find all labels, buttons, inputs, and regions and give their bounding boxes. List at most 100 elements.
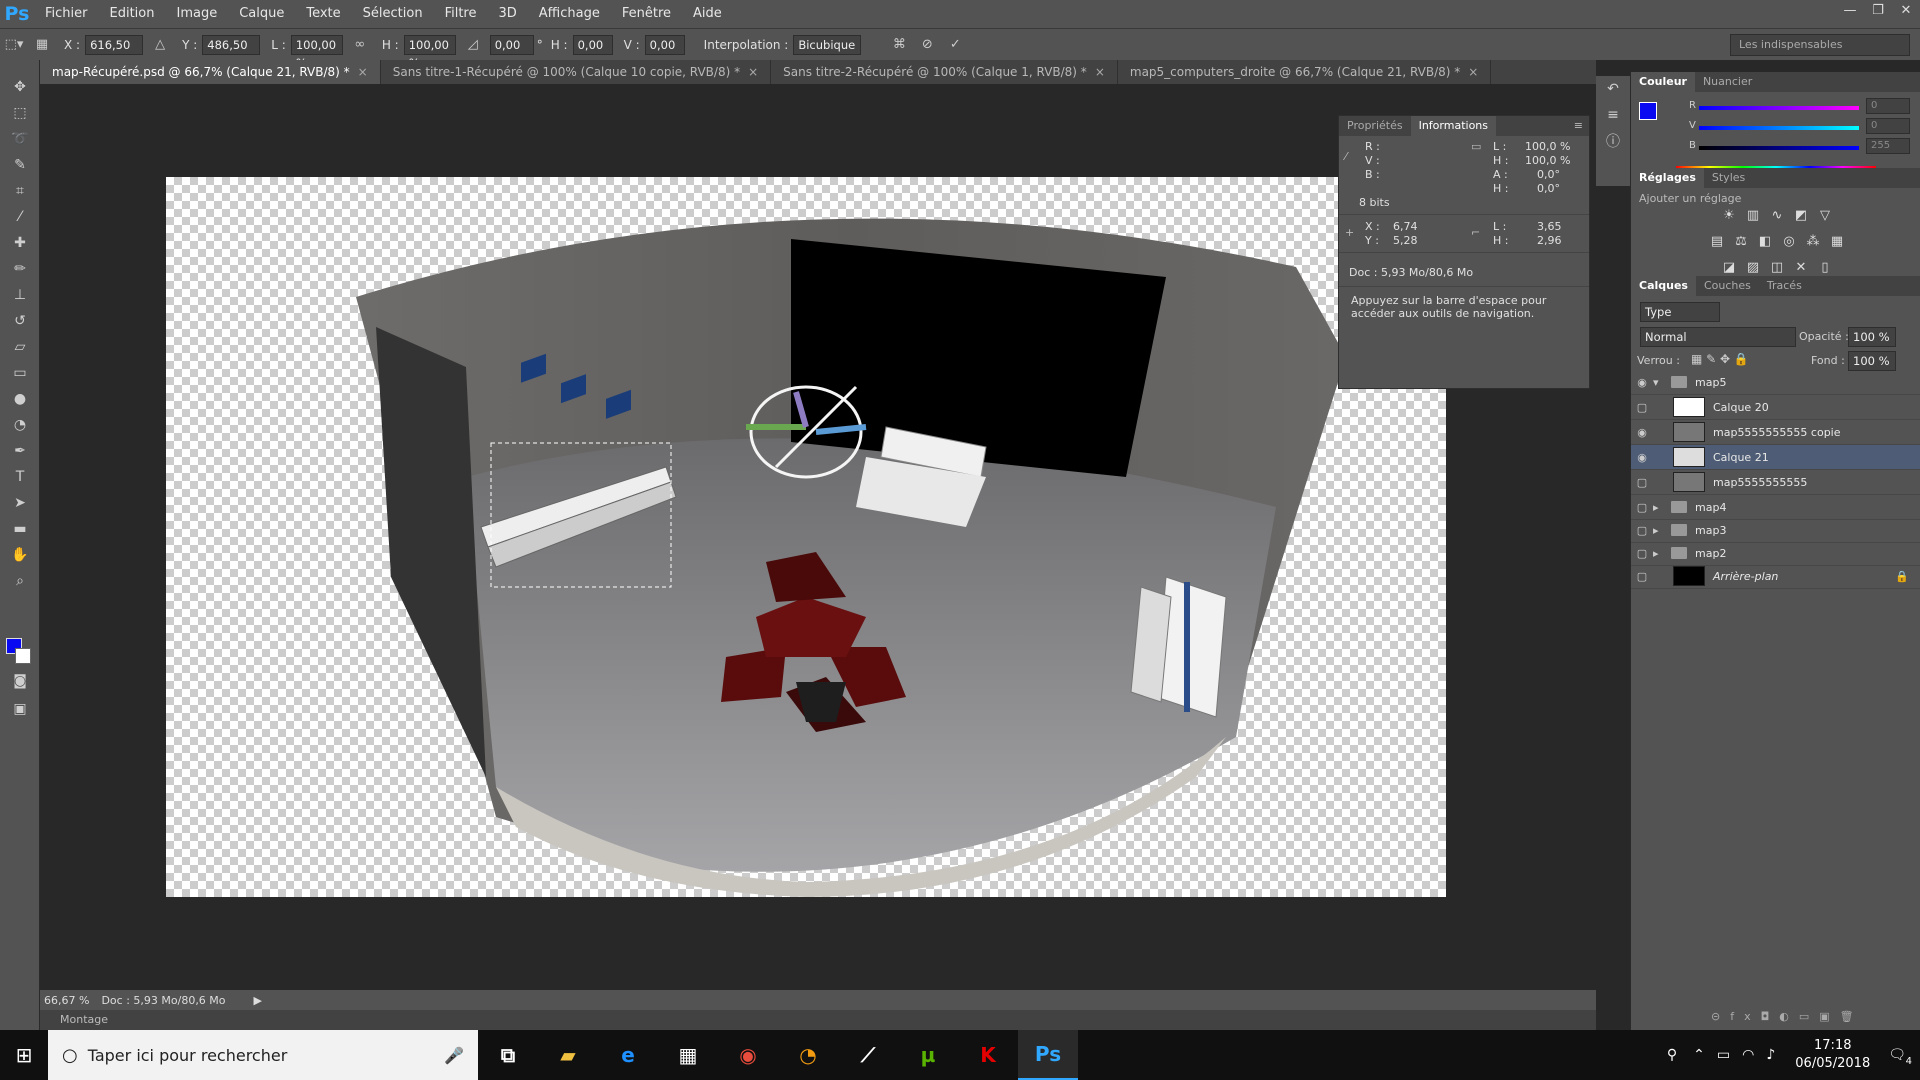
delta-icon[interactable]: △ xyxy=(149,34,171,56)
menu-selection[interactable]: Sélection xyxy=(352,0,434,28)
menu-fichier[interactable]: Fichier xyxy=(34,0,99,28)
x-position-input[interactable]: 616,50 px xyxy=(85,34,144,70)
tab-couches[interactable]: Couches xyxy=(1696,276,1759,296)
layer-group-map5[interactable]: ◉ ▾ map5 xyxy=(1631,370,1920,395)
warp-icon[interactable]: ⌘ xyxy=(888,34,910,56)
layer-map5555555555[interactable]: ▢ map5555555555 xyxy=(1631,470,1920,495)
layer-group-map3[interactable]: ▢ ▸ map3 xyxy=(1631,518,1920,543)
reference-point-icon[interactable]: ▦ xyxy=(31,34,53,56)
blender-icon[interactable]: ◔ xyxy=(778,1030,838,1080)
menu-image[interactable]: Image xyxy=(165,0,228,28)
eye-icon[interactable]: ◉ xyxy=(1631,426,1653,439)
r-slider[interactable] xyxy=(1699,106,1859,110)
status-arrow-icon[interactable]: ▶ xyxy=(254,994,262,1007)
doc-tab-3[interactable]: Sans titre-2-Récupéré @ 100% (Calque 1, … xyxy=(771,60,1118,84)
levels-icon[interactable]: ▥ xyxy=(1745,208,1761,224)
height-input[interactable]: 100,00 % xyxy=(403,34,456,70)
channel-mixer-icon[interactable]: ⁂ xyxy=(1805,234,1821,250)
menu-3d[interactable]: 3D xyxy=(488,0,528,28)
layer-calque-21[interactable]: ◉ Calque 21 xyxy=(1631,445,1920,470)
threshold-icon[interactable]: ◫ xyxy=(1769,260,1785,276)
marquee-tool-icon[interactable]: ⬚ xyxy=(0,100,40,126)
layer-calque-20[interactable]: ▢ Calque 20 xyxy=(1631,395,1920,420)
layer-filter-select[interactable]: Type xyxy=(1640,302,1720,322)
chevron-right-icon[interactable]: ▸ xyxy=(1653,547,1667,560)
history-brush-icon[interactable]: ↺ xyxy=(0,308,40,334)
photoshop-taskbar-icon[interactable]: Ps xyxy=(1018,1030,1078,1080)
layer-footer-icons[interactable]: ⊝fx◘◐▭▣🗑 xyxy=(1711,1010,1864,1023)
tab-styles[interactable]: Styles xyxy=(1704,168,1753,188)
blur-tool-icon[interactable]: ● xyxy=(0,386,40,412)
battery-icon[interactable]: ▭ xyxy=(1717,1047,1730,1063)
store-icon[interactable]: ▦ xyxy=(658,1030,718,1080)
gradient-map-icon[interactable]: ▯ xyxy=(1817,260,1833,276)
layer-group-map2[interactable]: ▢ ▸ map2 xyxy=(1631,541,1920,566)
menu-fenetre[interactable]: Fenêtre xyxy=(611,0,682,28)
tab-nuancier[interactable]: Nuancier xyxy=(1695,72,1760,92)
b-value[interactable]: 255 xyxy=(1866,138,1910,154)
zoom-level[interactable]: 66,67 % xyxy=(44,994,89,1007)
gradient-tool-icon[interactable]: ▭ xyxy=(0,360,40,386)
link-icon[interactable]: ∞ xyxy=(349,34,371,56)
eyedropper-tool-icon[interactable]: ⁄ xyxy=(0,204,40,230)
close-icon[interactable]: × xyxy=(1468,65,1478,79)
color-balance-icon[interactable]: ⚖ xyxy=(1733,234,1749,250)
quick-mask-icon[interactable]: ◙ xyxy=(0,668,40,694)
volume-icon[interactable]: ♪ xyxy=(1766,1047,1775,1063)
tab-proprietes[interactable]: Propriétés xyxy=(1339,116,1411,136)
fill-input[interactable]: 100 % xyxy=(1848,351,1896,371)
windows-start-icon[interactable]: ⊞ xyxy=(0,1030,48,1080)
eye-off-icon[interactable]: ▢ xyxy=(1631,476,1653,489)
tab-calques[interactable]: Calques xyxy=(1631,276,1696,296)
color-fg-swatch[interactable] xyxy=(1639,102,1657,120)
notifications-icon[interactable]: 🗨 4 xyxy=(1888,1047,1912,1067)
microphone-icon[interactable]: 🎤 xyxy=(444,1046,464,1065)
width-input[interactable]: 100,00 % xyxy=(290,34,343,70)
r-value[interactable]: 0 xyxy=(1866,98,1910,114)
y-position-input[interactable]: 486,50 px xyxy=(202,34,261,70)
brightness-icon[interactable]: ☀ xyxy=(1721,208,1737,224)
b-slider[interactable] xyxy=(1699,146,1859,150)
crop-tool-icon[interactable]: ⌗ xyxy=(0,178,40,204)
history-icon[interactable]: ↶ xyxy=(1596,76,1630,102)
exposure-icon[interactable]: ◩ xyxy=(1793,208,1809,224)
chrome-icon[interactable]: ◉ xyxy=(718,1030,778,1080)
color-lookup-icon[interactable]: ▦ xyxy=(1829,234,1845,250)
layer-background[interactable]: ▢ Arrière-plan 🔒 xyxy=(1631,564,1920,589)
selective-color-icon[interactable]: ✕ xyxy=(1793,260,1809,276)
eye-icon[interactable]: ◉ xyxy=(1631,376,1653,389)
invert-icon[interactable]: ◪ xyxy=(1721,260,1737,276)
eye-icon[interactable]: ◉ xyxy=(1631,451,1653,464)
v-value[interactable]: 0 xyxy=(1866,118,1910,134)
background-color-swatch[interactable] xyxy=(15,648,31,664)
chevron-right-icon[interactable]: ▸ xyxy=(1653,524,1667,537)
hue-sat-icon[interactable]: ▤ xyxy=(1709,234,1725,250)
restore-icon[interactable]: ❐ xyxy=(1864,0,1892,22)
panel-menu-icon[interactable]: ≡ xyxy=(1568,116,1589,136)
app-icon[interactable]: ⟋ xyxy=(838,1030,898,1080)
shape-tool-icon[interactable]: ▬ xyxy=(0,516,40,542)
info-icon[interactable]: ⓘ xyxy=(1596,128,1630,154)
edge-icon[interactable]: e xyxy=(598,1030,658,1080)
people-icon[interactable]: ⚲ xyxy=(1667,1047,1677,1063)
dodge-tool-icon[interactable]: ◔ xyxy=(0,412,40,438)
kaspersky-icon[interactable]: K xyxy=(958,1030,1018,1080)
hand-tool-icon[interactable]: ✋ xyxy=(0,542,40,568)
document-canvas[interactable] xyxy=(166,177,1446,897)
clock[interactable]: 17:18 06/05/2018 xyxy=(1795,1037,1870,1073)
chevron-down-icon[interactable]: ▾ xyxy=(1653,376,1667,389)
menu-filtre[interactable]: Filtre xyxy=(434,0,488,28)
doc-tab-2[interactable]: Sans titre-1-Récupéré @ 100% (Calque 10 … xyxy=(381,60,772,84)
wifi-icon[interactable]: ◠ xyxy=(1742,1047,1754,1063)
menu-calque[interactable]: Calque xyxy=(228,0,295,28)
workspace-select[interactable]: Les indispensables xyxy=(1730,34,1910,56)
menu-aide[interactable]: Aide xyxy=(682,0,733,28)
eraser-tool-icon[interactable]: ▱ xyxy=(0,334,40,360)
eye-off-icon[interactable]: ▢ xyxy=(1631,524,1653,537)
menu-affichage[interactable]: Affichage xyxy=(528,0,611,28)
doc-tab-1[interactable]: map-Récupéré.psd @ 66,7% (Calque 21, RVB… xyxy=(40,60,381,84)
close-icon[interactable]: × xyxy=(748,65,758,79)
tray-chevron-icon[interactable]: ⌃ xyxy=(1693,1047,1705,1063)
bw-icon[interactable]: ◧ xyxy=(1757,234,1773,250)
angle-input[interactable]: 0,00 xyxy=(489,34,534,55)
